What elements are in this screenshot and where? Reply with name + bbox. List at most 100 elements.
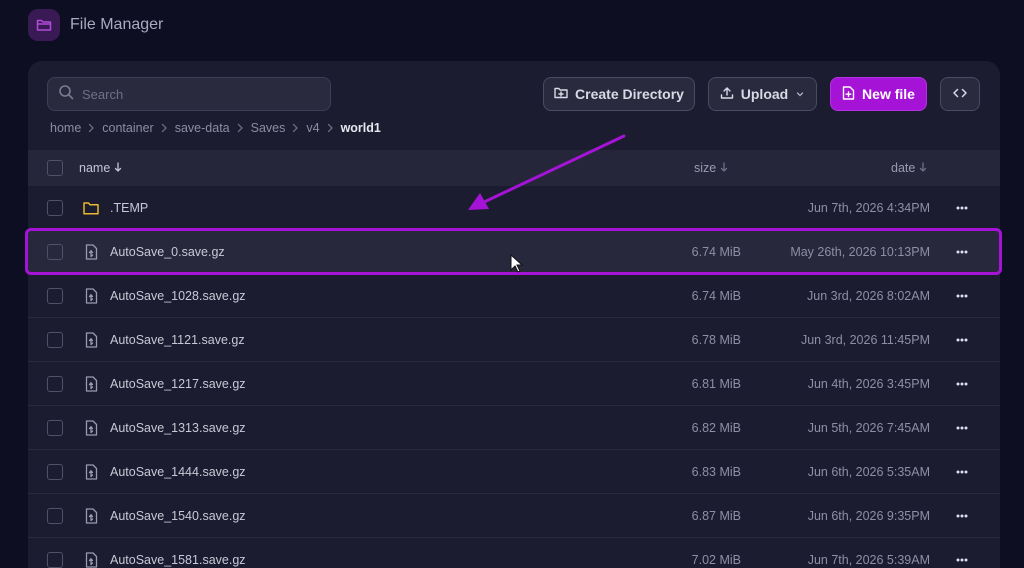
file-size: 7.02 MiB	[691, 553, 741, 567]
sort-arrow-icon	[919, 161, 927, 175]
more-options-icon[interactable]	[950, 274, 974, 318]
create-directory-label: Create Directory	[575, 86, 684, 102]
row-checkbox[interactable]	[47, 244, 63, 260]
row-checkbox[interactable]	[47, 332, 63, 348]
file-date: Jun 7th, 2026 4:34PM	[807, 201, 930, 215]
row-checkbox[interactable]	[47, 376, 63, 392]
chevron-right-icon	[237, 123, 244, 133]
search-input[interactable]	[82, 86, 322, 102]
file-name[interactable]: AutoSave_1313.save.gz	[110, 406, 246, 450]
file-name[interactable]: AutoSave_1121.save.gz	[110, 318, 245, 362]
file-date: Jun 7th, 2026 5:39AM	[807, 553, 930, 567]
file-row[interactable]: AutoSave_1313.save.gz 6.82 MiB Jun 5th, 20…	[28, 406, 1000, 450]
breadcrumb-current: world1	[340, 121, 381, 135]
file-plus-icon	[842, 85, 855, 103]
file-row[interactable]: AutoSave_1028.save.gz 6.74 MiB Jun 3rd, 20…	[28, 274, 1000, 318]
more-options-icon[interactable]	[950, 362, 974, 406]
file-row[interactable]: AutoSave_1444.save.gz 6.83 MiB Jun 6th, 20…	[28, 450, 1000, 494]
archive-file-icon	[83, 331, 99, 349]
folder-icon	[28, 9, 60, 41]
breadcrumb-item[interactable]: Saves	[251, 121, 286, 135]
breadcrumb-item[interactable]: container	[102, 121, 153, 135]
app-header: File Manager	[28, 9, 163, 41]
file-name[interactable]: AutoSave_1217.save.gz	[110, 362, 246, 406]
column-header-name[interactable]: name	[79, 150, 122, 186]
upload-label: Upload	[740, 86, 789, 102]
code-icon	[953, 86, 967, 102]
file-row[interactable]: AutoSave_1121.save.gz 6.78 MiB Jun 3rd, 20…	[28, 318, 1000, 362]
table-header: name size date	[28, 150, 1000, 186]
more-options-icon[interactable]	[950, 538, 974, 568]
select-all-checkbox[interactable]	[47, 160, 63, 176]
chevron-down-icon	[795, 86, 805, 102]
file-name[interactable]: AutoSave_1028.save.gz	[110, 274, 246, 318]
file-name[interactable]: AutoSave_1581.save.gz	[110, 538, 246, 568]
file-manager-panel: Create Directory Upload New file	[28, 61, 1000, 568]
archive-file-icon	[83, 287, 99, 305]
more-options-icon[interactable]	[950, 450, 974, 494]
upload-button[interactable]: Upload	[708, 77, 817, 111]
chevron-right-icon	[88, 123, 95, 133]
row-checkbox[interactable]	[47, 508, 63, 524]
row-checkbox[interactable]	[47, 288, 63, 304]
file-row[interactable]: AutoSave_1581.save.gz 7.02 MiB Jun 7th, 20…	[28, 538, 1000, 568]
file-size: 6.87 MiB	[691, 509, 741, 523]
folder-row[interactable]: .TEMP Jun 7th, 2026 4:34PM	[28, 186, 1000, 230]
file-name[interactable]: AutoSave_0.save.gz	[110, 230, 225, 274]
file-date: Jun 3rd, 2026 11:45PM	[800, 333, 930, 347]
file-size: 6.81 MiB	[691, 377, 741, 391]
archive-file-icon	[83, 375, 99, 393]
row-checkbox[interactable]	[47, 552, 63, 568]
sort-arrow-icon	[720, 161, 728, 175]
archive-file-icon	[83, 551, 99, 568]
file-size: 6.78 MiB	[691, 333, 741, 347]
file-size: 6.74 MiB	[691, 289, 741, 303]
folder-plus-icon	[554, 86, 568, 103]
row-checkbox[interactable]	[47, 420, 63, 436]
file-size: 6.83 MiB	[691, 465, 741, 479]
file-date: Jun 5th, 2026 7:45AM	[807, 421, 930, 435]
more-options-icon[interactable]	[950, 230, 974, 274]
more-options-icon[interactable]	[950, 494, 974, 538]
file-row[interactable]: AutoSave_1217.save.gz 6.81 MiB Jun 4th, 20…	[28, 362, 1000, 406]
chevron-right-icon	[292, 123, 299, 133]
archive-file-icon	[83, 507, 99, 525]
more-options-icon[interactable]	[950, 186, 974, 230]
create-directory-button[interactable]: Create Directory	[543, 77, 695, 111]
file-name[interactable]: .TEMP	[110, 186, 148, 230]
chevron-right-icon	[327, 123, 334, 133]
more-options-icon[interactable]	[950, 406, 974, 450]
file-date: Jun 6th, 2026 9:35PM	[807, 509, 930, 523]
file-name[interactable]: AutoSave_1444.save.gz	[110, 450, 246, 494]
code-view-button[interactable]	[940, 77, 980, 111]
sort-arrow-icon	[114, 161, 122, 175]
archive-file-icon	[83, 463, 99, 481]
file-size: 6.74 MiB	[691, 245, 741, 259]
row-checkbox[interactable]	[47, 200, 63, 216]
new-file-button[interactable]: New file	[830, 77, 927, 111]
file-date: Jun 6th, 2026 5:35AM	[807, 465, 930, 479]
breadcrumb-item[interactable]: save-data	[175, 121, 230, 135]
breadcrumb-item[interactable]: v4	[306, 121, 319, 135]
column-header-size[interactable]: size	[694, 150, 728, 186]
archive-file-icon	[83, 419, 99, 437]
more-options-icon[interactable]	[950, 318, 974, 362]
file-row[interactable]: AutoSave_0.save.gz 6.74 MiB May 26th, 2026…	[28, 230, 1000, 274]
archive-file-icon	[83, 243, 99, 261]
file-date: Jun 4th, 2026 3:45PM	[807, 377, 930, 391]
file-name[interactable]: AutoSave_1540.save.gz	[110, 494, 246, 538]
app-title: File Manager	[70, 16, 164, 33]
column-header-date[interactable]: date	[891, 150, 927, 186]
file-size: 6.82 MiB	[691, 421, 741, 435]
breadcrumb-item[interactable]: home	[50, 121, 81, 135]
chevron-right-icon	[161, 123, 168, 133]
file-date: Jun 3rd, 2026 8:02AM	[807, 289, 930, 303]
file-row[interactable]: AutoSave_1540.save.gz 6.87 MiB Jun 6th, 20…	[28, 494, 1000, 538]
breadcrumb: home container save-data Saves v4 world1	[50, 120, 381, 136]
folder-icon	[83, 199, 99, 217]
upload-icon	[720, 86, 734, 103]
search-icon	[58, 84, 74, 105]
new-file-label: New file	[862, 86, 915, 102]
row-checkbox[interactable]	[47, 464, 63, 480]
search-box[interactable]	[47, 77, 331, 111]
